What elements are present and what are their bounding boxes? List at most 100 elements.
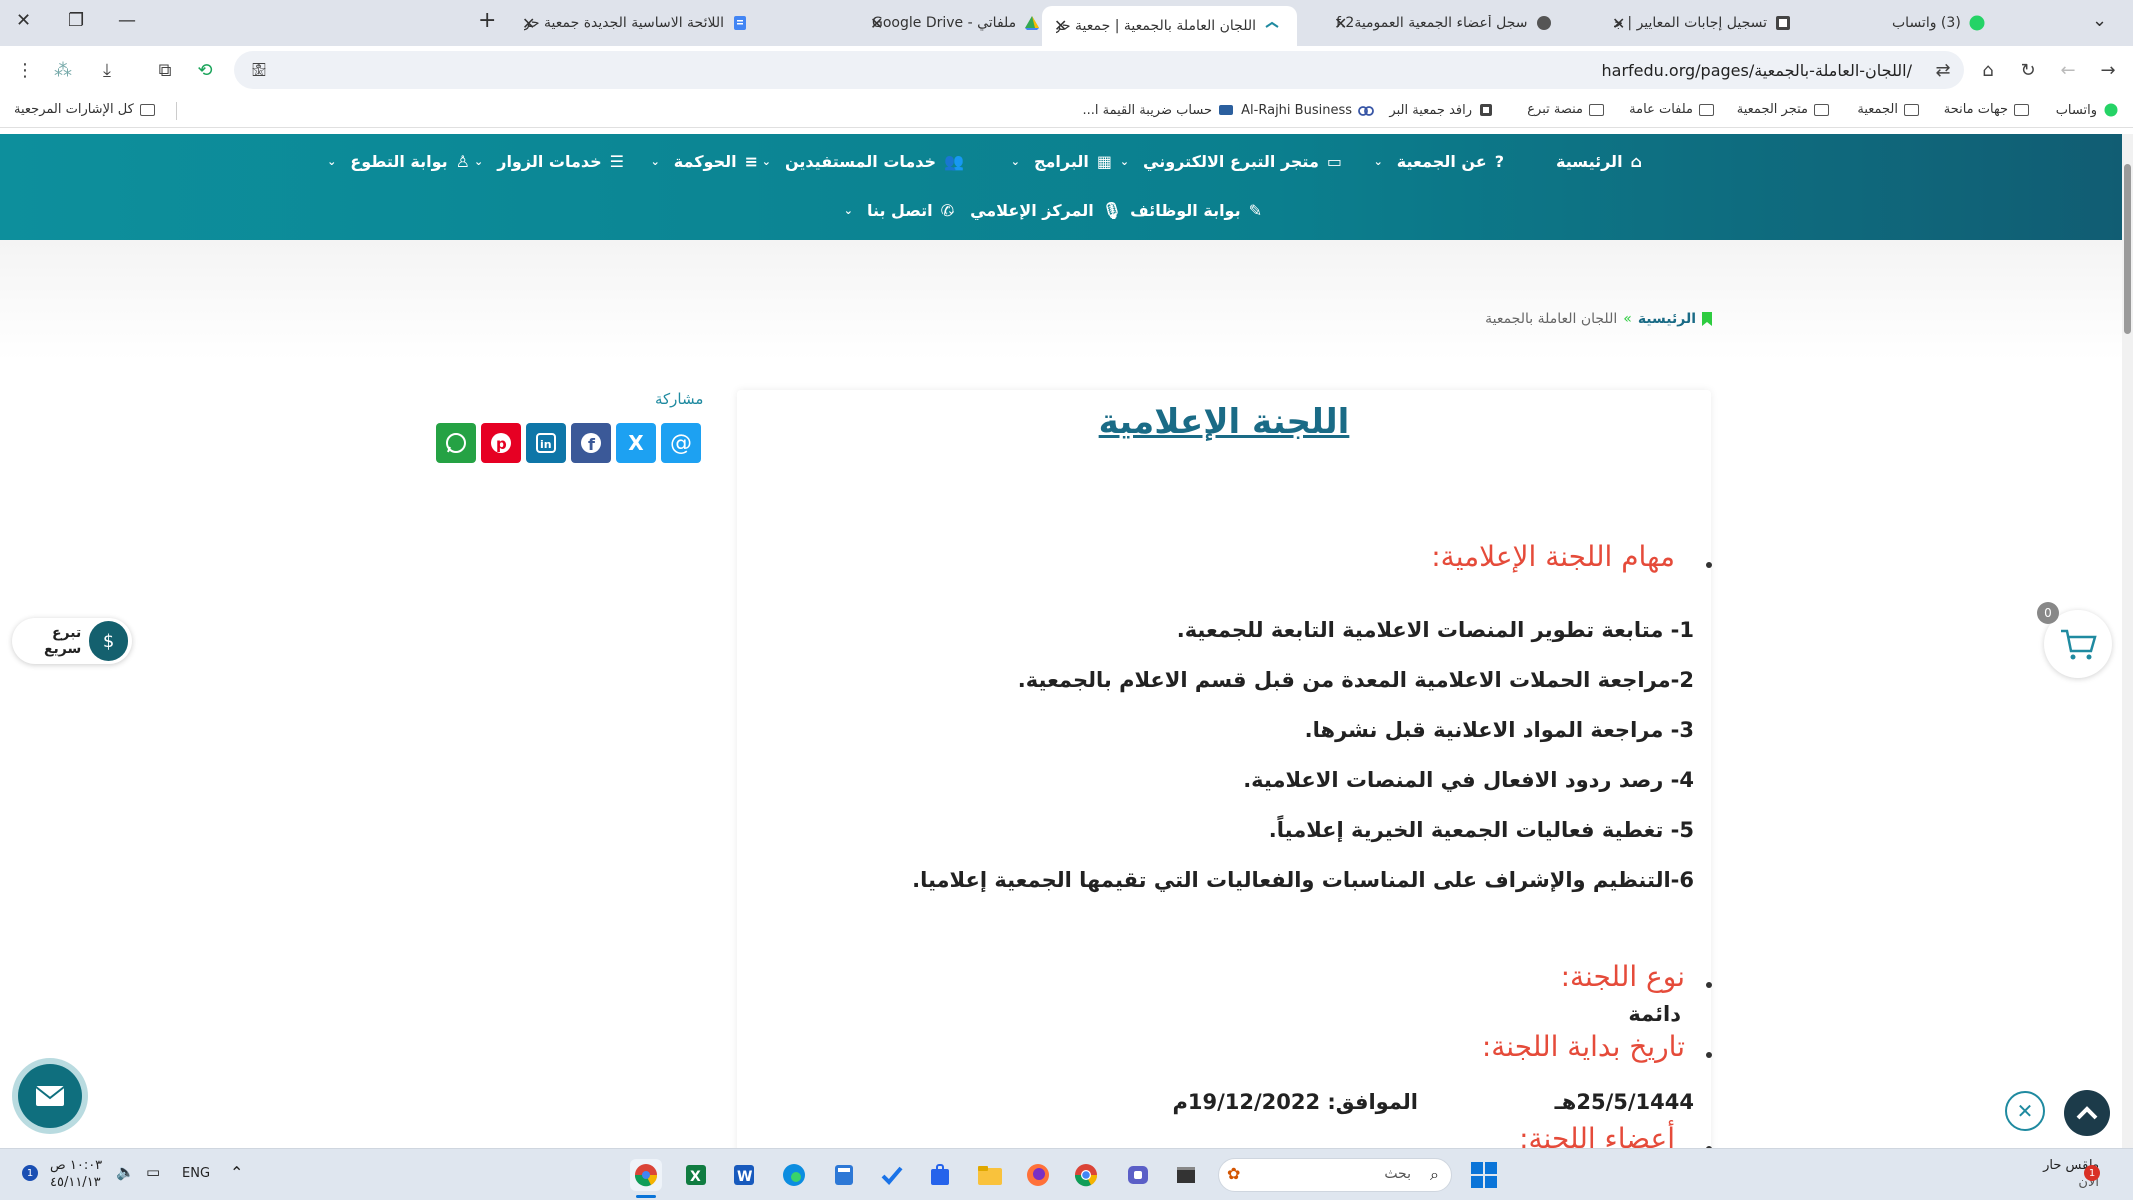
network-icon[interactable]: ▭: [146, 1163, 160, 1181]
folder-icon: [1589, 103, 1604, 116]
bookmark-vat[interactable]: حساب ضريبة القيمة ا...: [1082, 102, 1234, 118]
nav-home[interactable]: ⌂ الرئيسية: [1556, 152, 1642, 171]
page-title: اللجنة الإعلامية: [1098, 402, 1350, 442]
list-icon: ≡: [744, 152, 758, 171]
tab-drive[interactable]: ملفاتي - Google Drive ✕: [858, 4, 1058, 42]
bookmark-rafed[interactable]: رافد جمعية البر: [1389, 102, 1494, 118]
tab-bylaws[interactable]: اللائحة الاساسية الجديدة جمعية حر ✕: [510, 4, 800, 42]
extension-icon[interactable]: ⁂: [52, 59, 74, 81]
url-text: harfedu.org/pages/اللجان-العاملة-بالجمعي…: [1601, 61, 1912, 80]
taskbar-chrome-profile-icon[interactable]: [630, 1159, 662, 1191]
reload-icon[interactable]: ↻: [2017, 59, 2039, 81]
language-indicator[interactable]: ENG: [182, 1166, 210, 1181]
restore-icon[interactable]: ❐: [68, 10, 84, 31]
close-icon[interactable]: ✕: [1612, 14, 1625, 33]
share-email-button[interactable]: @: [661, 423, 701, 463]
nav-governance[interactable]: ≡ الحوكمة ⌄: [651, 152, 758, 171]
share-facebook-button[interactable]: f: [571, 423, 611, 463]
nav-media-center[interactable]: 🎙 المركز الإعلامي ⌄: [947, 201, 1122, 220]
taskbar-teams-icon[interactable]: [1122, 1159, 1154, 1191]
tray-chevron-up-icon[interactable]: ⌃: [230, 1163, 243, 1182]
nav-jobs-portal[interactable]: ✎ بوابة الوظائف: [1130, 201, 1262, 220]
nav-visitor-services[interactable]: ☰ خدمات الزوار ⌄: [474, 152, 624, 171]
close-window-icon[interactable]: ✕: [16, 10, 31, 31]
back-icon[interactable]: →: [2097, 59, 2119, 81]
search-icon: ⌕: [1430, 1165, 1439, 1184]
start-windows-icon[interactable]: [1468, 1159, 1500, 1191]
taskbar-search-box[interactable]: ⌕ بحث ✿: [1218, 1158, 1452, 1192]
bookmark-ribbon-icon: [1702, 312, 1712, 326]
share-x-button[interactable]: X: [616, 423, 656, 463]
task-item: 3- مراجعة المواد الاعلانية قبل نشرها.: [1304, 718, 1694, 742]
nav-volunteer-portal[interactable]: ♙ بوابة التطوع ⌄: [327, 152, 470, 171]
minimize-icon[interactable]: —: [118, 10, 136, 31]
download-icon[interactable]: ⤓: [96, 59, 118, 81]
menu-kebab-icon[interactable]: ⋮: [14, 59, 36, 81]
home-icon[interactable]: ⌂: [1977, 59, 1999, 81]
bookmark-folder-association[interactable]: الجمعية: [1857, 102, 1919, 117]
task-item: 5- تغطية فعاليات الجمعية الخيرية إعلاميا…: [1268, 818, 1694, 842]
breadcrumb-home-link[interactable]: الرئيسية: [1638, 311, 1696, 327]
extensions-puzzle-icon[interactable]: ⧉: [154, 59, 176, 81]
scrollbar-thumb[interactable]: [2124, 164, 2131, 334]
bookmark-alrajhi[interactable]: Al-Rajhi Business: [1241, 102, 1374, 118]
site-logo-icon: [1264, 18, 1280, 34]
site-info-icon[interactable]: ⇄: [1932, 59, 1954, 81]
page-scrollbar[interactable]: [2122, 134, 2133, 1148]
share-label: مشاركة: [655, 390, 704, 408]
nav-about[interactable]: ? عن الجمعية ⌄: [1374, 152, 1504, 171]
nav-programs[interactable]: ▦ البرامج ⌄: [1011, 152, 1112, 171]
forward-icon[interactable]: ←: [2057, 59, 2079, 81]
contact-mail-button[interactable]: [12, 1058, 88, 1134]
tab-committees-active[interactable]: اللجان العاملة بالجمعية | جمعية حر ✕: [1042, 6, 1297, 46]
close-icon[interactable]: ✕: [522, 14, 535, 33]
share-linkedin-button[interactable]: in: [526, 423, 566, 463]
share-pinterest-button[interactable]: p: [481, 423, 521, 463]
bookmark-folder-files[interactable]: ملفات عامة: [1629, 102, 1714, 117]
task-item: 6-التنظيم والإشراف على المناسبات والفعال…: [912, 868, 1694, 892]
quick-donate-button[interactable]: $ تبرع سريع: [12, 618, 132, 664]
taskbar-calculator-icon[interactable]: [828, 1159, 860, 1191]
taskbar-terminal-icon[interactable]: [1170, 1159, 1202, 1191]
tab-search-chevron-icon[interactable]: ⌄: [2092, 10, 2107, 31]
taskbar-firefox-icon[interactable]: [1022, 1159, 1054, 1191]
extension-shield-icon[interactable]: ⟲: [194, 59, 216, 81]
new-tab-button[interactable]: +: [478, 8, 496, 33]
dismiss-x-button[interactable]: ✕: [2005, 1091, 2045, 1131]
notification-center-icon[interactable]: 1: [22, 1165, 38, 1181]
nav-donation-store[interactable]: ▭ متجر التبرع الالكتروني ⌄: [1120, 152, 1342, 171]
taskbar-edge-icon[interactable]: [778, 1159, 810, 1191]
taskbar-excel-icon[interactable]: X: [680, 1159, 712, 1191]
alrajhi-logo-icon: [1358, 102, 1374, 118]
all-bookmarks-folder[interactable]: كل الإشارات المرجعية: [14, 102, 155, 117]
phone-icon: ✆: [940, 201, 954, 220]
address-bar[interactable]: ⇄ harfedu.org/pages/اللجان-العاملة-بالجم…: [234, 51, 1964, 89]
taskbar-chrome-icon[interactable]: [1070, 1159, 1102, 1191]
bookmark-folder-donors[interactable]: جهات مانحة: [1944, 102, 2029, 117]
zatca-icon: [1218, 102, 1234, 118]
members-heading: أعضاء اللجنة:: [1519, 1122, 1675, 1148]
taskbar-todo-icon[interactable]: [876, 1159, 908, 1191]
bookmark-star-icon[interactable]: ☆: [248, 59, 270, 81]
chevron-down-icon: ⌄: [1373, 155, 1383, 168]
windows-taskbar: طقس حار الآن 1 ⌕ بحث ✿ W X ⌃ ENG ▭ 🔈 ١٠:…: [0, 1148, 2133, 1200]
x-logo-icon: X: [628, 431, 644, 455]
close-icon[interactable]: ✕: [870, 14, 883, 33]
tab-whatsapp[interactable]: (3) واتساب: [1878, 4, 2078, 42]
taskbar-explorer-icon[interactable]: [974, 1159, 1006, 1191]
nav-contact[interactable]: ✆ اتصل بنا ⌄: [844, 201, 954, 220]
back-to-top-button[interactable]: [2064, 1090, 2110, 1136]
tab-standards[interactable]: تسجيل إجابات المعايير | جمعية حر ✕: [1600, 4, 1805, 42]
bookmark-whatsapp[interactable]: واتساب: [2056, 102, 2119, 118]
share-whatsapp-button[interactable]: [436, 423, 476, 463]
bookmark-folder-store[interactable]: متجر الجمعية: [1737, 102, 1829, 117]
bookmark-folder-donate[interactable]: منصة تبرع: [1527, 102, 1604, 117]
search-highlight-icon: ✿: [1227, 1164, 1241, 1183]
volume-icon[interactable]: 🔈: [116, 1163, 135, 1181]
taskbar-store-icon[interactable]: [924, 1159, 956, 1191]
close-icon[interactable]: ✕: [1334, 14, 1347, 33]
clock[interactable]: ١٠:٠٣ ص ٤٥/١١/١٣: [50, 1157, 102, 1191]
taskbar-word-icon[interactable]: W: [728, 1159, 760, 1191]
nav-beneficiary-services[interactable]: 👥 خدمات المستفيدين ⌄: [762, 152, 964, 171]
tab-members[interactable]: سجل أعضاء الجمعية العمومية2.f ✕: [1322, 4, 1592, 42]
